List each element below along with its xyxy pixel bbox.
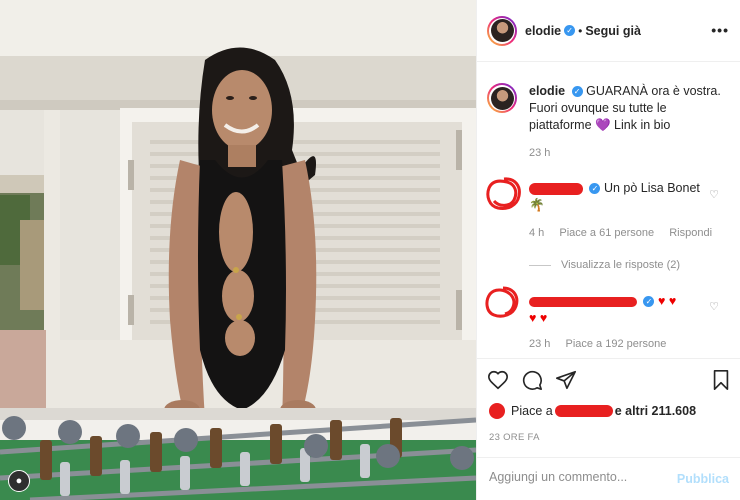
share-paper-plane-icon[interactable] — [555, 369, 577, 391]
verified-badge-icon: ✓ — [564, 25, 576, 36]
account-avatar-icon[interactable]: ● — [8, 470, 30, 492]
author-username[interactable]: elodie — [525, 24, 561, 38]
author-avatar[interactable] — [487, 15, 517, 46]
comment-1: ✓ Un pò Lisa Bonet — [529, 181, 700, 195]
redacted-avatar-icon — [485, 286, 519, 318]
post-header: elodie ✓ • Segui già ••• — [477, 0, 740, 62]
redacted-username — [529, 182, 583, 195]
redacted-avatar-icon — [489, 403, 505, 419]
post-photo[interactable]: ● — [0, 0, 476, 500]
post-sidebar: elodie ✓ • Segui già ••• elodie ✓ GUARAN… — [476, 0, 740, 500]
comment-1-text: Un pò Lisa Bonet — [603, 181, 700, 195]
post-actions: Piace a e altri 211.608 23 ORE FA Pubbli… — [477, 358, 740, 500]
header-separator: • — [578, 23, 583, 38]
comment-2: ✓ ♥ ♥ — [529, 294, 676, 308]
comment-1-reply-button[interactable]: Rispondi — [669, 227, 712, 239]
photo-illustration — [0, 0, 476, 500]
caption-time: 23 h — [529, 147, 551, 159]
save-bookmark-icon[interactable] — [711, 369, 731, 391]
comment-input[interactable] — [489, 470, 669, 484]
palm-emoji: 🌴 — [529, 198, 545, 212]
caption-avatar[interactable] — [487, 83, 517, 113]
post-timestamp: 23 ORE FA — [489, 432, 540, 443]
likes-prefix: Piace a — [511, 404, 553, 418]
view-replies-button[interactable]: Visualizza le risposte (2) — [529, 259, 680, 271]
likes-summary[interactable]: Piace a e altri 211.608 — [487, 402, 696, 420]
comment-2-text: ♥ ♥ — [657, 294, 677, 308]
verified-badge-icon: ✓ — [571, 86, 583, 98]
caption: elodie ✓ GUARANÀ ora è vostra. Fuori ovu… — [529, 83, 729, 134]
likes-count[interactable]: e altri 211.608 — [615, 404, 696, 418]
comment-2-likes[interactable]: Piace a 192 persone — [565, 338, 666, 350]
like-comment-heart-icon[interactable]: ♡ — [709, 300, 719, 313]
publish-button[interactable]: Pubblica — [677, 472, 729, 486]
action-icons — [487, 369, 577, 391]
caption-username[interactable]: elodie — [529, 84, 565, 98]
comment-2-text-line2: ♥ ♥ — [529, 311, 548, 325]
following-button[interactable]: Segui già — [585, 24, 641, 38]
comments-section[interactable]: elodie ✓ GUARANÀ ora è vostra. Fuori ovu… — [477, 63, 740, 357]
like-comment-heart-icon[interactable]: ♡ — [709, 188, 719, 201]
redacted-avatar-icon — [486, 177, 521, 210]
comment-2-time: 23 h — [529, 338, 551, 350]
comment-bubble-icon[interactable] — [521, 369, 543, 391]
verified-badge-icon: ✓ — [589, 183, 601, 195]
add-comment-bar: Pubblica — [477, 457, 740, 500]
like-heart-icon[interactable] — [487, 369, 509, 391]
verified-badge-icon: ✓ — [643, 296, 655, 308]
more-options-icon[interactable]: ••• — [711, 22, 729, 38]
redacted-username — [554, 405, 613, 417]
comment-1-likes[interactable]: Piace a 61 persone — [559, 227, 654, 239]
comment-2-meta: 23 h Piace a 192 persone — [529, 338, 678, 350]
redacted-username — [529, 296, 637, 307]
comment-1-time: 4 h — [529, 227, 545, 239]
comment-1-meta: 4 h Piace a 61 persone Rispondi — [529, 227, 724, 239]
